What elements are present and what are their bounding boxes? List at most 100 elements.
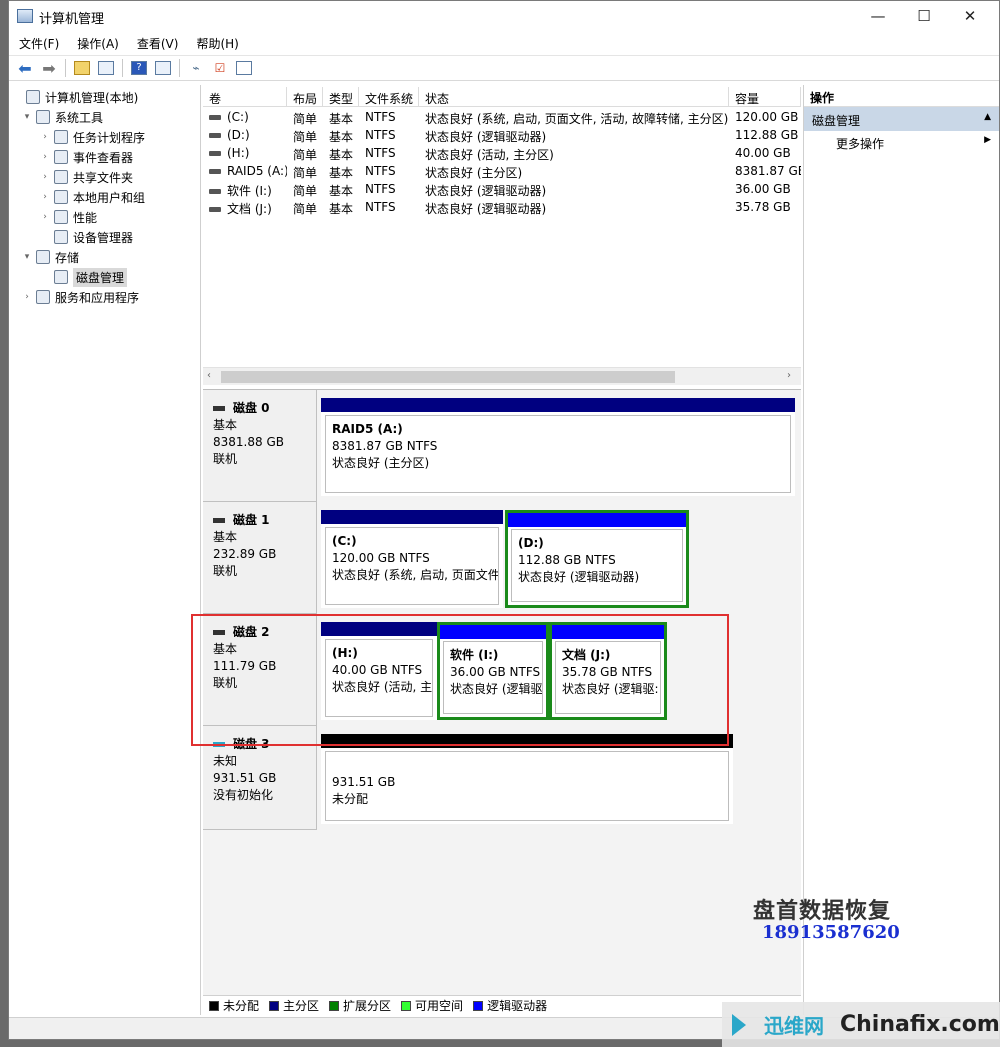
site-name-cn: 迅维网 <box>764 1014 824 1038</box>
menu-action[interactable]: 操作(A) <box>75 32 127 54</box>
maximize-button[interactable]: ☐ <box>901 1 947 31</box>
disk-size: 931.51 GB <box>213 771 277 785</box>
volume-row[interactable]: (C:) 简单 基本 NTFS 状态良好 (系统, 启动, 页面文件, 活动, 故障转储… <box>203 109 801 127</box>
watermark-text: 盘首数据恢复 <box>753 898 892 924</box>
volume-icon <box>209 169 221 174</box>
legend-label: 扩展分区 <box>343 999 392 1013</box>
tree-item[interactable]: › 事件查看器 <box>39 147 133 167</box>
volume-cell: 基本 <box>329 112 354 126</box>
expand-arrow-icon[interactable]: › <box>39 192 51 202</box>
volume-row[interactable]: 文档 (J:) 简单 基本 NTFS 状态良好 (逻辑驱动器) 35.78 GB <box>203 199 801 217</box>
tree-item[interactable]: ▾ 系统工具 <box>21 107 103 127</box>
collapse-icon[interactable]: ▲ <box>984 112 991 122</box>
tree-item[interactable]: › 本地用户和组 <box>39 187 145 207</box>
volume-cell: 120.00 GB <box>735 110 799 124</box>
volume-cell: 简单 <box>293 166 318 180</box>
tree-item[interactable]: 设备管理器 <box>39 227 133 247</box>
disk-label[interactable]: 磁盘 0 基本 8381.88 GB 联机 <box>203 390 317 502</box>
minimize-button[interactable]: — <box>855 1 901 31</box>
column-layout[interactable]: 布局 <box>287 87 323 107</box>
volume-cell: NTFS <box>365 182 396 196</box>
tree-item-label: 设备管理器 <box>73 230 134 245</box>
actions-section-disk-management[interactable]: 磁盘管理 ▲ <box>804 107 999 131</box>
column-filesystem[interactable]: 文件系统 <box>359 87 419 107</box>
partition-unallocated[interactable]: 931.51 GB 未分配 <box>321 734 733 824</box>
disk-label[interactable]: 磁盘 1 基本 232.89 GB 联机 <box>203 502 317 614</box>
partition-color-bar <box>321 398 795 412</box>
volume-row[interactable]: (D:) 简单 基本 NTFS 状态良好 (逻辑驱动器) 112.88 GB <box>203 127 801 145</box>
disk-state: 联机 <box>213 564 238 578</box>
check-icon[interactable]: ☑ <box>210 58 230 78</box>
tree-item[interactable]: › 服务和应用程序 <box>21 287 139 307</box>
partition-primary[interactable]: RAID5 (A:) 8381.87 GB NTFS 状态良好 (主分区) <box>321 398 795 496</box>
expand-arrow-icon[interactable]: › <box>39 132 51 142</box>
volume-row[interactable]: 软件 (I:) 简单 基本 NTFS 状态良好 (逻辑驱动器) 36.00 GB <box>203 181 801 199</box>
expand-arrow-icon[interactable]: › <box>39 172 51 182</box>
scrollbar-thumb[interactable] <box>221 371 675 383</box>
tree-item[interactable]: › 任务计划程序 <box>39 127 145 147</box>
legend-label: 可用空间 <box>415 999 464 1013</box>
more-actions-item[interactable]: 更多操作 ▶ <box>804 131 999 153</box>
volume-cell: 8381.87 GB <box>735 164 801 178</box>
expand-arrow-icon[interactable]: › <box>39 152 51 162</box>
tree-item[interactable]: › 性能 <box>39 207 97 227</box>
scroll-right-icon[interactable]: › <box>787 370 791 381</box>
tree-item-label: 本地用户和组 <box>73 190 146 205</box>
partition-name: (D:) <box>518 536 544 550</box>
tree-item[interactable]: ▾ 存储 <box>21 247 79 267</box>
tree-node-icon <box>54 170 68 184</box>
menu-view[interactable]: 查看(V) <box>135 32 187 54</box>
menu-file[interactable]: 文件(F) <box>17 32 67 54</box>
partition-primary[interactable]: (C:) 120.00 GB NTFS 状态良好 (系统, 启动, 页面文件, <box>321 510 503 608</box>
volume-cell: 状态良好 (主分区) <box>425 166 523 180</box>
volume-cell: NTFS <box>365 164 396 178</box>
volume-cell: 基本 <box>329 130 354 144</box>
tree-node-icon <box>26 90 40 104</box>
column-volume[interactable]: 卷 <box>203 87 287 107</box>
close-button[interactable]: ✕ <box>947 1 993 31</box>
volume-name-cell: 文档 (J:) <box>203 200 287 217</box>
expand-arrow-icon[interactable]: ▾ <box>21 252 33 262</box>
volume-cell: 基本 <box>329 148 354 162</box>
forward-icon[interactable]: ➡ <box>39 58 59 78</box>
legend-label: 未分配 <box>223 999 260 1013</box>
expand-arrow-icon[interactable]: › <box>21 292 33 302</box>
watermark-phone: 18913587620 <box>762 922 900 943</box>
list-icon[interactable] <box>234 58 254 78</box>
horizontal-scrollbar[interactable]: ‹ › <box>203 367 801 385</box>
partition-status: 状态良好 (逻辑驱动器) <box>518 570 640 584</box>
volume-row[interactable]: (H:) 简单 基本 NTFS 状态良好 (活动, 主分区) 40.00 GB <box>203 145 801 163</box>
column-capacity[interactable]: 容量 <box>729 87 801 107</box>
column-type[interactable]: 类型 <box>323 87 359 107</box>
disk-management-pane: 卷 布局 类型 文件系统 状态 容量 (C:) 简单 基本 NTFS 状态良好 (系统,… <box>203 85 801 1015</box>
volume-icon <box>209 207 221 212</box>
more-actions-label: 更多操作 <box>836 137 885 151</box>
volume-name-cell: (C:) <box>203 110 287 124</box>
tree-item-label: 任务计划程序 <box>73 130 146 145</box>
partition-logical[interactable]: (D:) 112.88 GB NTFS 状态良好 (逻辑驱动器) <box>505 510 689 608</box>
submenu-arrow-icon: ▶ <box>984 135 991 145</box>
expand-arrow-icon[interactable]: › <box>39 212 51 222</box>
volume-cell: 简单 <box>293 202 318 216</box>
tree-item-label: 服务和应用程序 <box>55 290 140 305</box>
tree-node-icon <box>36 110 50 124</box>
up-folder-icon[interactable] <box>72 58 92 78</box>
disk-type: 基本 <box>213 530 238 544</box>
help-icon[interactable]: ? <box>129 58 149 78</box>
back-icon[interactable]: ⬅ <box>15 58 35 78</box>
properties-icon[interactable] <box>153 58 173 78</box>
connect-icon[interactable]: ⌁ <box>186 58 206 78</box>
volume-row[interactable]: RAID5 (A:) 简单 基本 NTFS 状态良好 (主分区) 8381.87 GB <box>203 163 801 181</box>
volume-cell: 简单 <box>293 130 318 144</box>
column-status[interactable]: 状态 <box>419 87 729 107</box>
show-hide-tree-icon[interactable] <box>96 58 116 78</box>
volume-cell: 36.00 GB <box>735 182 791 196</box>
menu-help[interactable]: 帮助(H) <box>194 32 246 54</box>
scroll-left-icon[interactable]: ‹ <box>207 370 211 381</box>
volume-cell: NTFS <box>365 128 396 142</box>
expand-arrow-icon[interactable]: ▾ <box>21 112 33 122</box>
tree-item[interactable]: 计算机管理(本地) <box>11 87 138 107</box>
tree-item[interactable]: › 共享文件夹 <box>39 167 133 187</box>
tree-item-label: 事件查看器 <box>73 150 134 165</box>
tree-item[interactable]: 磁盘管理 <box>39 267 128 287</box>
